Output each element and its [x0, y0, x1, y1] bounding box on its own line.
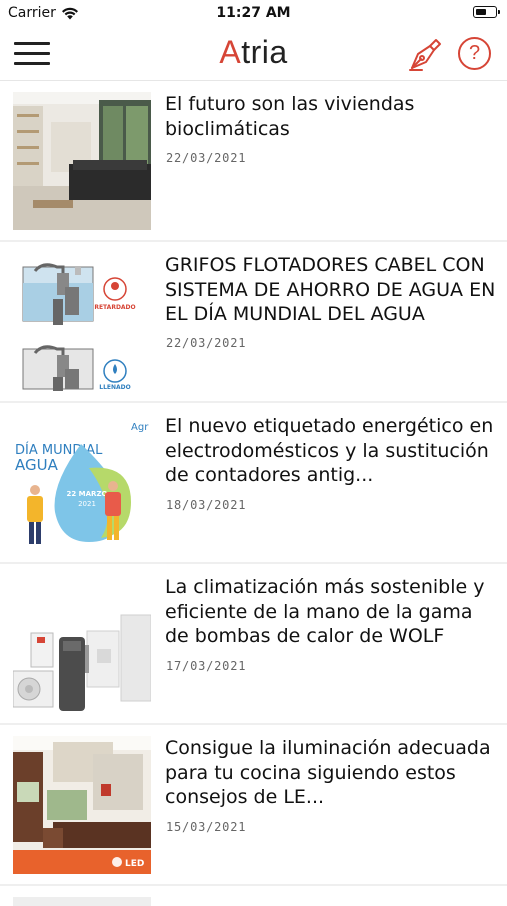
fountain-pen-icon[interactable] [408, 36, 442, 72]
article-title[interactable]: Consigue la iluminación adecuada para tu… [165, 736, 497, 810]
article-date: 22/03/2021 [166, 151, 247, 165]
help-button[interactable]: ? [458, 37, 491, 70]
article-date: 18/03/2021 [166, 498, 247, 512]
fecha-text: 22 MARZO [67, 490, 108, 498]
logo-rest: tria [241, 34, 288, 70]
article-thumbnail: DÍA MUNDIAL AGUA Agr 22 MARZO 2021 [13, 414, 151, 552]
article-item[interactable]: DÍA MUNDIAL AGUA Agr 22 MARZO 2021 El nu… [0, 403, 507, 564]
article-item[interactable]: LED Consigue la iluminación adecuada par… [0, 725, 507, 886]
article-item[interactable]: La climatización más sostenible y eficie… [0, 564, 507, 725]
agua-text: AGUA [15, 456, 59, 474]
clock: 11:27 AM [216, 5, 291, 21]
logo-first-letter: A [219, 34, 242, 70]
year-text: 2021 [78, 500, 96, 508]
article-thumbnail [13, 92, 151, 230]
battery-icon [473, 6, 500, 18]
article-thumbnail: RETARDADO LLENADO [13, 253, 151, 391]
article-date: 17/03/2021 [166, 659, 247, 673]
agr-text: Agr [131, 422, 149, 433]
status-bar: Carrier 11:27 AM [0, 0, 507, 28]
article-item[interactable]: El futuro son las viviendas bioclimática… [0, 81, 507, 242]
article-item[interactable] [0, 886, 507, 906]
article-title[interactable]: GRIFOS FLOTADORES CABEL CON SISTEMA DE A… [165, 253, 497, 327]
article-thumbnail [13, 575, 151, 713]
article-date: 22/03/2021 [166, 336, 247, 350]
article-list: El futuro son las viviendas bioclimática… [0, 81, 507, 906]
led-brand-text: LED [125, 859, 144, 869]
article-thumbnail [13, 897, 151, 906]
article-item[interactable]: RETARDADO LLENADO GRIFOS FLOTADORES CABE… [0, 242, 507, 403]
retardado-label: RETARDADO [94, 304, 135, 311]
article-title[interactable]: El nuevo etiquetado energético en electr… [165, 414, 497, 488]
battery-level [475, 8, 487, 15]
llenado-label: LLENADO [99, 384, 131, 391]
article-title[interactable]: La climatización más sostenible y eficie… [165, 575, 497, 649]
app-header: Atria ? [0, 28, 507, 81]
article-title[interactable]: El futuro son las viviendas bioclimática… [165, 92, 497, 141]
article-thumbnail: LED [13, 736, 151, 874]
article-date: 15/03/2021 [166, 820, 247, 834]
